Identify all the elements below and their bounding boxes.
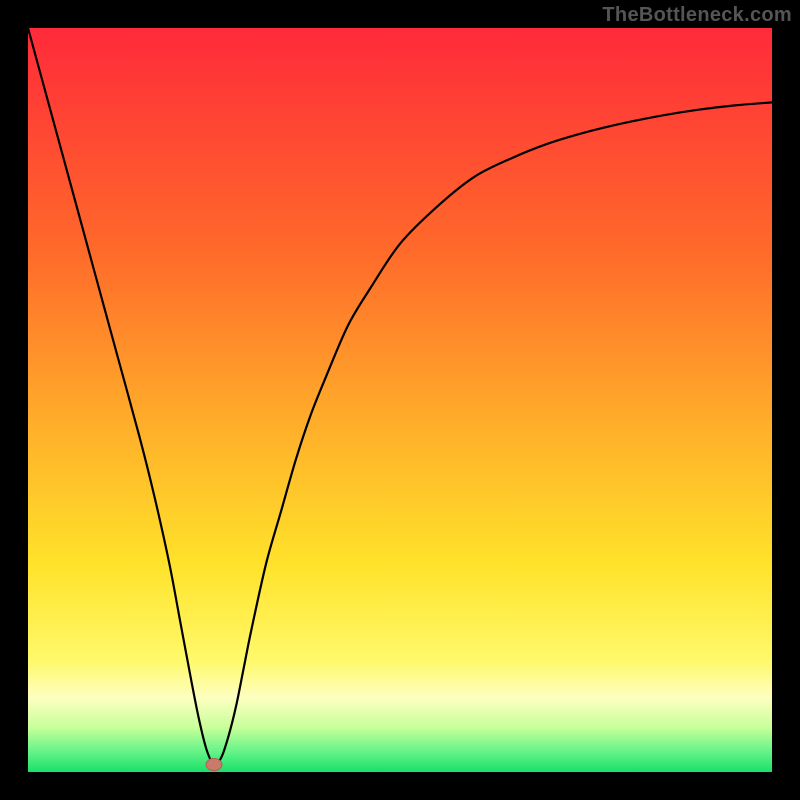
gradient-background (28, 28, 772, 772)
chart-frame: TheBottleneck.com (0, 0, 800, 800)
plot-svg (28, 28, 772, 772)
plot-area (28, 28, 772, 772)
watermark-label: TheBottleneck.com (602, 4, 792, 27)
minimum-marker (206, 759, 222, 771)
